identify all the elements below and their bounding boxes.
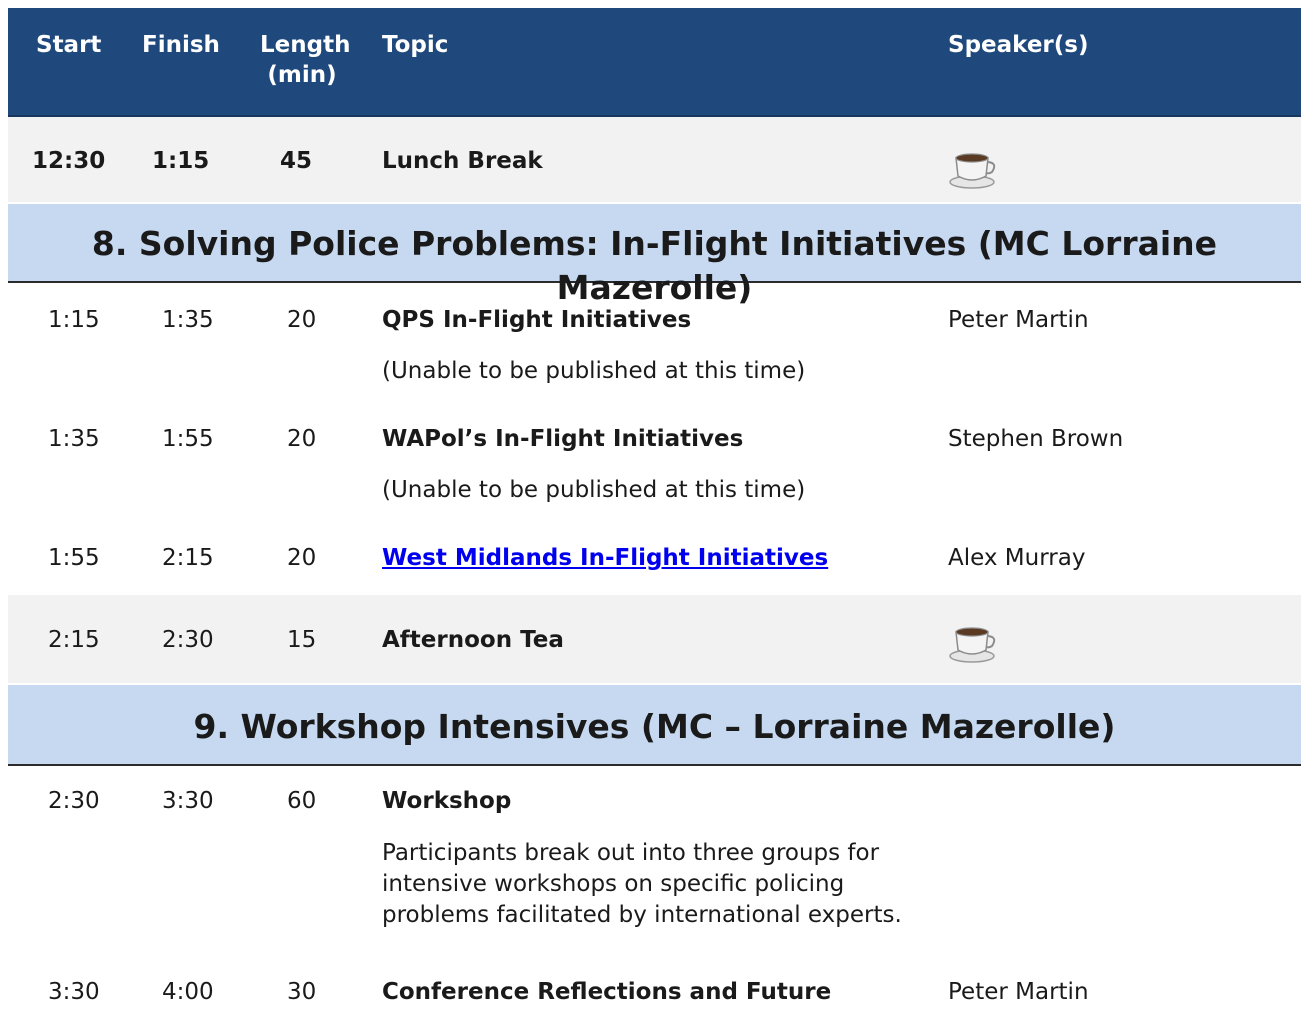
row-8-1-topic: QPS In-Flight Initiatives xyxy=(382,307,692,333)
row-8-1-speaker: Peter Martin xyxy=(948,307,1089,333)
row-8-2-topic: WAPol’s In-Flight Initiatives xyxy=(382,426,744,452)
row-8-3-speaker: Alex Murray xyxy=(948,545,1086,571)
tea-topic: Afternoon Tea xyxy=(382,627,564,653)
row-8-1-start: 1:15 xyxy=(48,307,100,333)
row-9-1-description: Participants break out into three groups… xyxy=(382,840,902,928)
row-9-1-length: 60 xyxy=(287,788,317,814)
row-8-2-length: 20 xyxy=(287,426,317,452)
row-9-2-length: 30 xyxy=(287,979,317,1005)
tea-start: 2:15 xyxy=(48,627,100,653)
row-8-3-finish: 2:15 xyxy=(162,545,214,571)
row-9-1-start: 2:30 xyxy=(48,788,100,814)
row-9-1-finish: 3:30 xyxy=(162,788,214,814)
row-8-2-note: (Unable to be published at this time) xyxy=(382,477,806,503)
header-start: Start xyxy=(36,32,102,58)
row-9-2-start: 3:30 xyxy=(48,979,100,1005)
section-8-banner: 8. Solving Police Problems: In-Flight In… xyxy=(8,204,1301,307)
row-8-1-finish: 1:35 xyxy=(162,307,214,333)
lunch-finish: 1:15 xyxy=(152,148,210,174)
section-9-banner: 9. Workshop Intensives (MC – Lorraine Ma… xyxy=(8,685,1301,766)
row-9-2-finish: 4:00 xyxy=(162,979,214,1005)
lunch-start: 12:30 xyxy=(32,148,106,174)
row-9-2-topic: Conference Reflections and Future xyxy=(382,979,832,1005)
section-9-title: 9. Workshop Intensives (MC – Lorraine Ma… xyxy=(193,707,1116,746)
row-8-2-speaker: Stephen Brown xyxy=(948,426,1124,452)
header-speakers: Speaker(s) xyxy=(948,32,1089,58)
row-8-3-length: 20 xyxy=(287,545,317,571)
table-header xyxy=(8,8,1301,117)
row-8-3-start: 1:55 xyxy=(48,545,100,571)
lunch-topic: Lunch Break xyxy=(382,148,543,174)
row-8-2-start: 1:35 xyxy=(48,426,100,452)
header-length: Length (min) xyxy=(260,32,351,88)
header-topic: Topic xyxy=(382,32,449,58)
lunch-length: 45 xyxy=(280,148,313,174)
row-8-1-note: (Unable to be published at this time) xyxy=(382,358,806,384)
row-8-2-finish: 1:55 xyxy=(162,426,214,452)
coffee-cup-icon xyxy=(949,627,996,663)
row-8-3-topic-link[interactable]: West Midlands In-Flight Initiatives xyxy=(382,543,828,573)
row-9-1-topic: Workshop xyxy=(382,788,512,814)
coffee-cup-icon xyxy=(949,153,996,189)
row-9-2-speaker: Peter Martin xyxy=(948,979,1089,1005)
row-8-1-length: 20 xyxy=(287,307,317,333)
tea-length: 15 xyxy=(287,627,317,653)
tea-finish: 2:30 xyxy=(162,627,214,653)
section-8-title: 8. Solving Police Problems: In-Flight In… xyxy=(91,224,1218,307)
header-finish: Finish xyxy=(142,32,220,58)
